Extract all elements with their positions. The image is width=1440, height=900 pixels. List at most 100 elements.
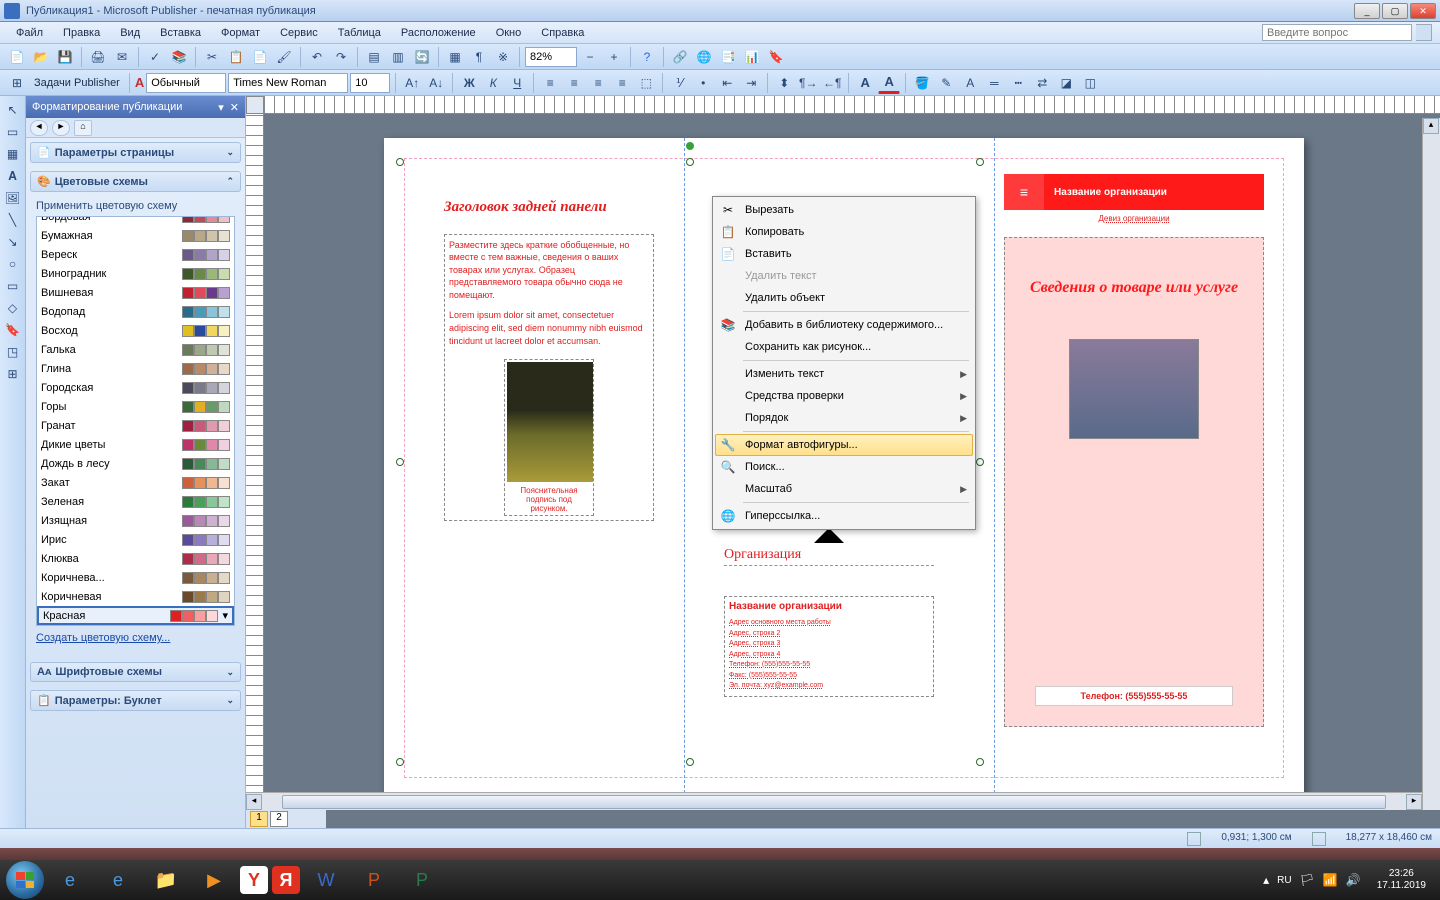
taskbar-yandex[interactable]: Y — [240, 866, 268, 894]
menu-file[interactable]: Файл — [8, 25, 51, 41]
org-name[interactable]: Название организации — [729, 601, 929, 612]
scheme-dropdown-icon[interactable]: ▾ — [222, 609, 228, 622]
line-color-button[interactable]: ✎ — [935, 72, 957, 94]
paste-button[interactable]: 📄 — [249, 46, 271, 68]
resize-handle[interactable] — [976, 158, 984, 166]
rect-tool[interactable]: ▭ — [3, 276, 23, 296]
context-menu-item[interactable]: Средства проверки▶ — [715, 385, 973, 407]
back-panel-textbox[interactable]: Разместите здесь краткие обобщенные, но … — [444, 234, 654, 522]
taskpane-dropdown[interactable]: ▾ — [218, 101, 224, 114]
web-tool3[interactable]: 📑 — [717, 46, 739, 68]
context-menu-item[interactable]: 📄Вставить — [715, 243, 973, 265]
section-booklet[interactable]: 📋 Параметры: Буклет ⌄ — [30, 690, 241, 711]
maximize-button[interactable]: ▢ — [1382, 3, 1408, 19]
horizontal-ruler[interactable] — [264, 96, 1440, 114]
menu-insert[interactable]: Вставка — [152, 25, 209, 41]
context-menu-item[interactable]: 🌐Гиперссылка... — [715, 505, 973, 527]
scroll-left-button[interactable]: ◂ — [246, 794, 262, 810]
web-tool2[interactable]: 🌐 — [693, 46, 715, 68]
font-color-button[interactable]: A — [878, 72, 900, 94]
menu-format[interactable]: Формат — [213, 25, 268, 41]
resize-handle[interactable] — [396, 158, 404, 166]
web-tool4[interactable]: 📊 — [741, 46, 763, 68]
resize-handle[interactable] — [396, 458, 404, 466]
color-scheme-item[interactable]: Клюква — [37, 549, 234, 568]
context-menu-item[interactable]: 📚Добавить в библиотеку содержимого... — [715, 314, 973, 336]
org-address[interactable]: Адрес основного места работы Адрес, стро… — [729, 618, 929, 692]
scroll-up-button[interactable]: ▴ — [1423, 118, 1439, 134]
style-combo[interactable] — [146, 73, 226, 93]
color-scheme-item[interactable]: Коричнева... — [37, 568, 234, 587]
ltr-button[interactable]: ¶→ — [797, 72, 819, 94]
tray-flag-icon[interactable]: 🏳 — [1300, 873, 1315, 887]
back-panel-image[interactable] — [507, 362, 593, 482]
context-menu-item[interactable]: Изменить текст▶ — [715, 363, 973, 385]
taskbar-yandex2[interactable]: Я — [272, 866, 300, 894]
tray-clock[interactable]: 23:26 17.11.2019 — [1369, 868, 1434, 892]
redo-button[interactable]: ↷ — [330, 46, 352, 68]
print-button[interactable]: 🖨 — [87, 46, 109, 68]
taskbar-explorer[interactable]: 📁 — [144, 863, 188, 897]
org-address-box[interactable]: Название организации Адрес основного мес… — [724, 596, 934, 697]
special-button[interactable]: ※ — [492, 46, 514, 68]
help-dropdown[interactable] — [1416, 24, 1432, 41]
minimize-button[interactable]: _ — [1354, 3, 1380, 19]
color-scheme-item[interactable]: Дикие цветы — [37, 435, 234, 454]
align-center-button[interactable]: ≡ — [563, 72, 585, 94]
context-menu-item[interactable]: 🔧Формат автофигуры... — [715, 434, 973, 456]
web-tool1[interactable]: 🔗 — [669, 46, 691, 68]
taskpane-forward[interactable]: ► — [52, 120, 70, 136]
menu-view[interactable]: Вид — [112, 25, 148, 41]
create-scheme-link[interactable]: Создать цветовую схему... — [36, 626, 235, 650]
front-image[interactable] — [1069, 339, 1199, 439]
color-scheme-item[interactable]: Красная▾ — [37, 606, 234, 625]
arrow-style-button[interactable]: ⇄ — [1031, 72, 1053, 94]
font-color2-button[interactable]: A — [959, 72, 981, 94]
picture-tool[interactable]: 🖼 — [3, 188, 23, 208]
taskbar-publisher[interactable]: P — [400, 863, 444, 897]
color-scheme-item[interactable]: Изящная — [37, 511, 234, 530]
paragraph-button[interactable]: ¶ — [468, 46, 490, 68]
rotate-button[interactable]: 🔄 — [411, 46, 433, 68]
line-style-button[interactable]: ═ — [983, 72, 1005, 94]
tray-network-icon[interactable]: 📶 — [1323, 873, 1338, 887]
taskbar-ie2[interactable]: e — [96, 863, 140, 897]
back-panel-text2[interactable]: Lorem ipsum dolor sit amet, consectetuer… — [449, 309, 649, 347]
menu-table[interactable]: Таблица — [330, 25, 389, 41]
shrink-font-button[interactable]: A↓ — [425, 72, 447, 94]
color-scheme-item[interactable]: Дождь в лесу — [37, 454, 234, 473]
font-size-icon[interactable]: A — [854, 72, 876, 94]
table-tool[interactable]: ▦ — [3, 144, 23, 164]
org-label[interactable]: Организация — [724, 547, 934, 566]
back-panel-text1[interactable]: Разместите здесь краткие обобщенные, но … — [449, 239, 649, 302]
color-scheme-item[interactable]: Коричневая — [37, 587, 234, 606]
distribute-button[interactable]: ⬚ — [635, 72, 657, 94]
tray-lang[interactable]: RU — [1277, 875, 1291, 886]
context-menu-item[interactable]: Сохранить как рисунок... — [715, 336, 973, 358]
wordart-tool[interactable]: 𝐀 — [3, 166, 23, 186]
page-tab-1[interactable]: 1 — [250, 811, 268, 827]
rotation-handle[interactable] — [686, 142, 694, 150]
scroll-right-button[interactable]: ▸ — [1406, 794, 1422, 810]
front-body[interactable]: Сведения о товаре или услуге Телефон: (5… — [1004, 237, 1264, 727]
3d-button[interactable]: ◫ — [1079, 72, 1101, 94]
tasks-icon[interactable]: ⊞ — [6, 72, 28, 94]
bullets-button[interactable]: • — [692, 72, 714, 94]
menu-tools[interactable]: Сервис — [272, 25, 326, 41]
context-menu-item[interactable]: Удалить объект — [715, 287, 973, 309]
scroll-thumb[interactable] — [282, 795, 1386, 809]
vertical-scrollbar[interactable]: ▴ — [1422, 118, 1440, 810]
research-button[interactable]: 📚 — [168, 46, 190, 68]
status-icon[interactable] — [1312, 832, 1326, 846]
back-panel-heading[interactable]: Заголовок задней панели — [444, 198, 654, 218]
size-combo[interactable] — [350, 73, 390, 93]
tray-chevron-icon[interactable]: ▴ — [1263, 873, 1269, 887]
spellcheck-button[interactable]: ✓ — [144, 46, 166, 68]
color-scheme-item[interactable]: Горы — [37, 397, 234, 416]
resize-handle[interactable] — [396, 758, 404, 766]
section-page-options[interactable]: 📄 Параметры страницы ⌄ — [30, 142, 241, 163]
zoom-in-button[interactable]: + — [603, 46, 625, 68]
align-right-button[interactable]: ≡ — [587, 72, 609, 94]
oval-tool[interactable]: ○ — [3, 254, 23, 274]
front-panel[interactable]: ≡ Название организации Девиз организации… — [1004, 174, 1264, 727]
